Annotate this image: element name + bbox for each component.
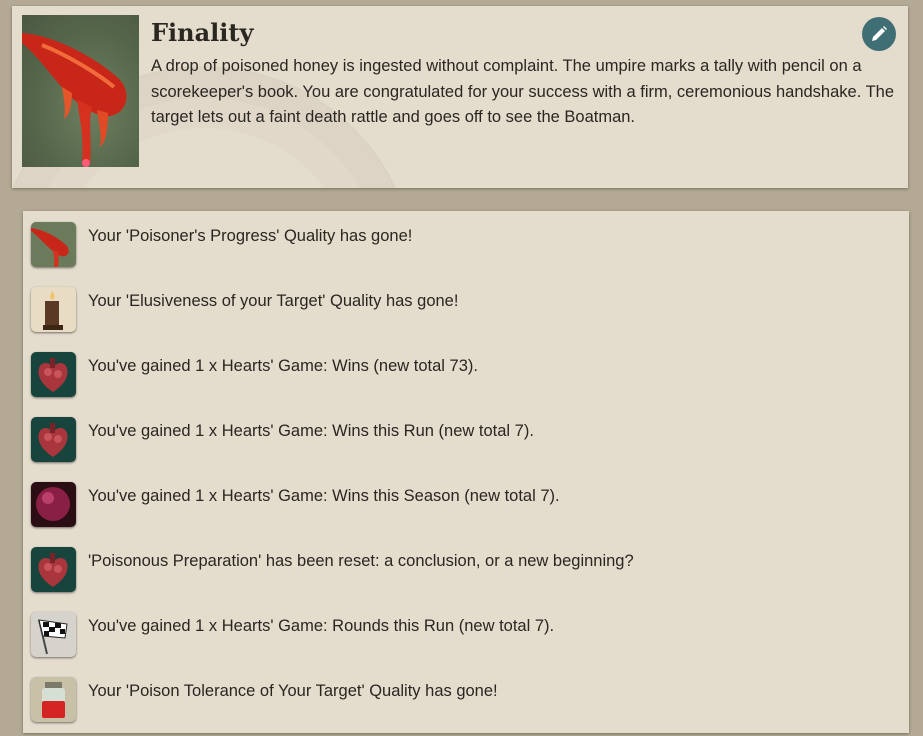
result-text: Your 'Poison Tolerance of Your Target' Q… (88, 682, 498, 700)
anatomical-heart-icon (31, 352, 76, 397)
poison-jar-icon (31, 677, 76, 722)
result-item: Your 'Poisoner's Progress' Quality has g… (31, 222, 891, 270)
result-item: You've gained 1 x Hearts' Game: Wins (ne… (31, 352, 891, 400)
edit-button[interactable] (862, 17, 896, 51)
pencil-icon (872, 26, 887, 41)
result-text: 'Poisonous Preparation' has been reset: … (88, 552, 634, 570)
result-text: You've gained 1 x Hearts' Game: Rounds t… (88, 617, 555, 635)
results-list: Your 'Poisoner's Progress' Quality has g… (23, 211, 909, 733)
story-card: Finality A drop of poisoned honey is ing… (12, 6, 908, 188)
story-title: Finality (151, 18, 254, 47)
result-text: You've gained 1 x Hearts' Game: Wins (ne… (88, 357, 478, 375)
result-text: You've gained 1 x Hearts' Game: Wins thi… (88, 487, 560, 505)
result-item: 'Poisonous Preparation' has been reset: … (31, 547, 891, 595)
candle-icon (31, 287, 76, 332)
story-description: A drop of poisoned honey is ingested wit… (151, 57, 895, 126)
result-item: Your 'Poison Tolerance of Your Target' Q… (31, 677, 891, 725)
anatomical-heart-icon (31, 417, 76, 462)
result-text: You've gained 1 x Hearts' Game: Wins thi… (88, 422, 534, 440)
honey-dipper-icon (22, 15, 139, 167)
result-item: You've gained 1 x Hearts' Game: Wins thi… (31, 482, 891, 530)
result-item: You've gained 1 x Hearts' Game: Rounds t… (31, 612, 891, 660)
result-text: Your 'Poisoner's Progress' Quality has g… (88, 227, 413, 245)
anatomical-heart-icon (31, 547, 76, 592)
checkered-flag-icon (31, 612, 76, 657)
crimson-orb-icon (31, 482, 76, 527)
honey-dipper-icon (31, 222, 76, 267)
result-item: You've gained 1 x Hearts' Game: Wins thi… (31, 417, 891, 465)
result-item: Your 'Elusiveness of your Target' Qualit… (31, 287, 891, 335)
result-text: Your 'Elusiveness of your Target' Qualit… (88, 292, 459, 310)
